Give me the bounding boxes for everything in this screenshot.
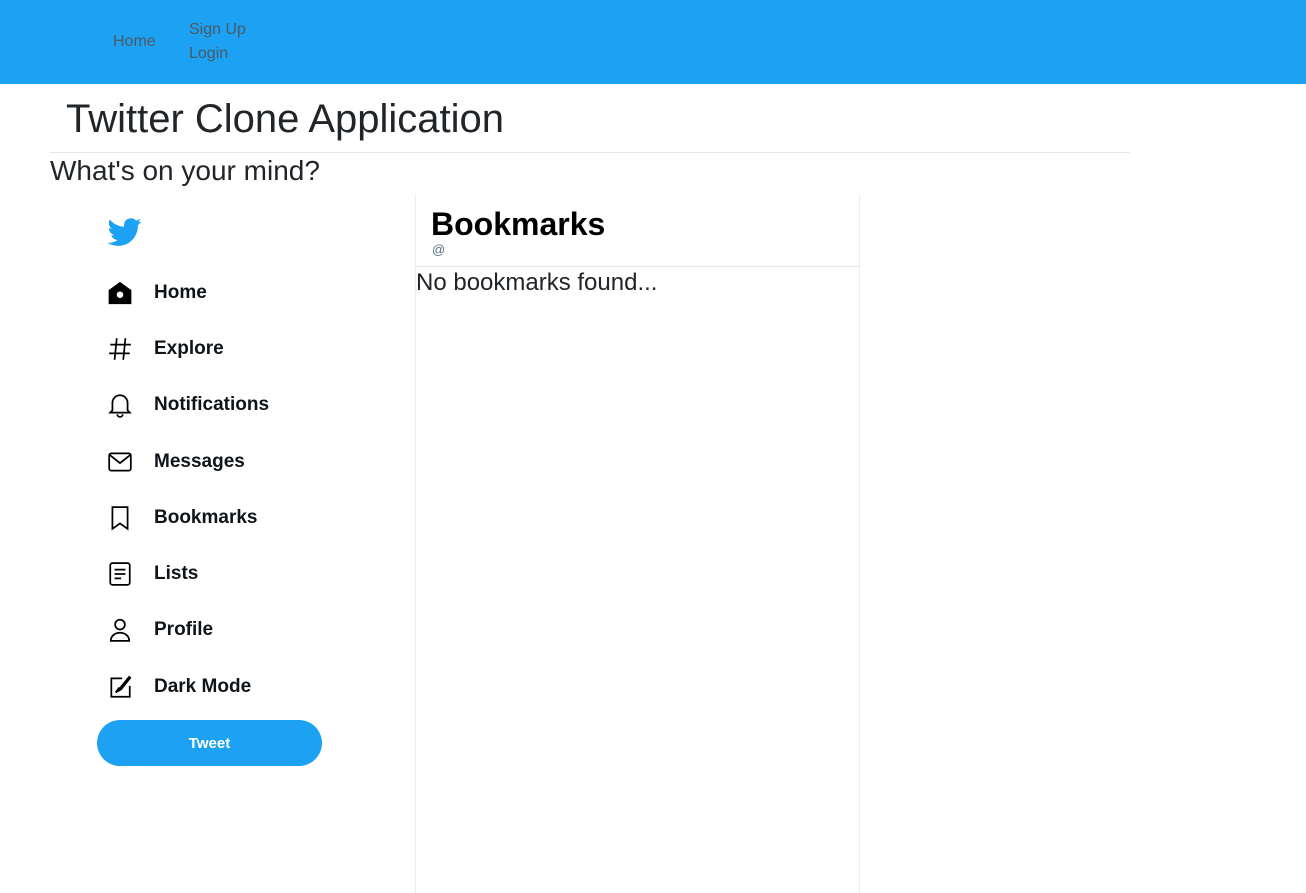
sidebar-item-notifications[interactable]: Notifications bbox=[104, 385, 364, 425]
sidebar-item-label: Dark Mode bbox=[154, 676, 252, 697]
bell-icon bbox=[104, 389, 136, 421]
sidebar-item-explore[interactable]: Explore bbox=[104, 329, 364, 369]
nav-login-link[interactable]: Login bbox=[189, 45, 228, 63]
sidebar-item-lists[interactable]: Lists bbox=[104, 554, 364, 594]
user-handle: @ bbox=[432, 242, 446, 257]
empty-state-message: No bookmarks found... bbox=[416, 269, 658, 296]
home-icon bbox=[104, 277, 136, 309]
sidebar-item-home[interactable]: Home bbox=[104, 273, 364, 313]
sidebar-item-label: Explore bbox=[154, 338, 224, 359]
prompt-heading: What's on your mind? bbox=[50, 155, 320, 186]
bookmarks-column: Bookmarks @ No bookmarks found... bbox=[415, 194, 860, 893]
user-icon bbox=[104, 614, 136, 646]
edit-icon bbox=[104, 671, 136, 703]
page-title: Bookmarks bbox=[431, 206, 606, 242]
twitter-bird-icon[interactable] bbox=[107, 215, 143, 249]
sidebar-item-dark-mode[interactable]: Dark Mode bbox=[104, 667, 364, 707]
top-navbar: Home Sign Up Login bbox=[0, 0, 1306, 84]
list-icon bbox=[104, 558, 136, 590]
bookmark-icon bbox=[104, 502, 136, 534]
sidebar-item-label: Home bbox=[154, 282, 207, 303]
title-divider bbox=[50, 152, 1130, 153]
hashtag-icon bbox=[104, 333, 136, 365]
sidebar-item-label: Profile bbox=[154, 619, 214, 640]
sidebar-item-messages[interactable]: Messages bbox=[104, 442, 364, 482]
sidebar-item-label: Notifications bbox=[154, 394, 270, 415]
sidebar-item-label: Lists bbox=[154, 563, 199, 584]
nav-home-link[interactable]: Home bbox=[113, 33, 156, 51]
sidebar-item-label: Messages bbox=[154, 451, 245, 472]
mail-icon bbox=[104, 446, 136, 478]
sidebar-item-label: Bookmarks bbox=[154, 507, 258, 528]
nav-signup-link[interactable]: Sign Up bbox=[189, 21, 246, 39]
sidebar-item-profile[interactable]: Profile bbox=[104, 610, 364, 650]
sidebar-item-bookmarks[interactable]: Bookmarks bbox=[104, 498, 364, 538]
tweet-button[interactable]: Tweet bbox=[97, 720, 322, 766]
app-title: Twitter Clone Application bbox=[66, 97, 505, 141]
feed-header: Bookmarks @ bbox=[416, 194, 859, 267]
